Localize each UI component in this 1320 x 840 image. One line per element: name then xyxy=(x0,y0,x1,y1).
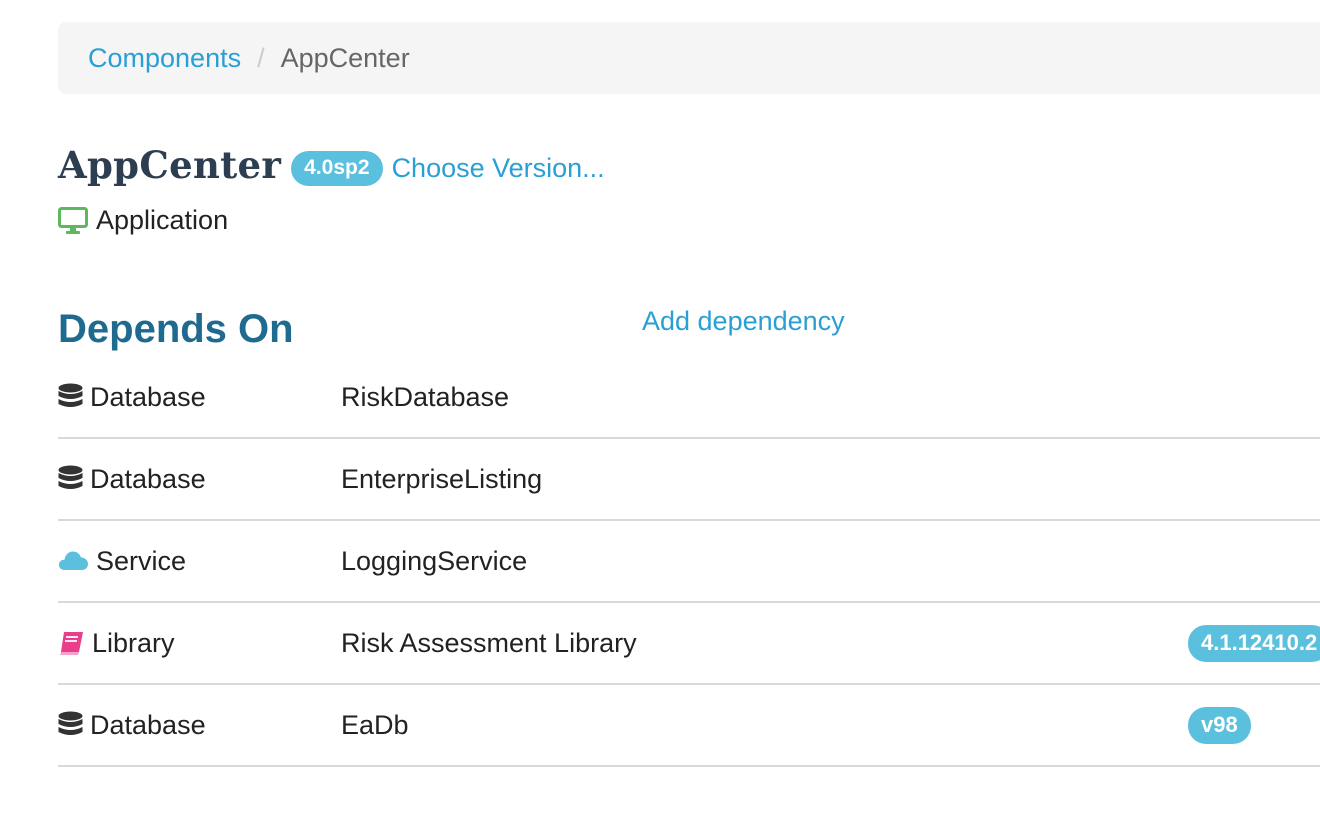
page-title: AppCenter xyxy=(58,143,282,187)
dependency-type-label: Library xyxy=(92,627,175,658)
dependency-type-label: Database xyxy=(90,381,206,412)
component-header: AppCenter 4.0sp2 Choose Version... xyxy=(58,143,605,187)
dependency-type-label: Service xyxy=(96,545,187,576)
book-icon xyxy=(58,630,85,657)
component-type: Application xyxy=(58,205,228,236)
list-item: Service LoggingService xyxy=(58,521,1320,603)
dependency-type: Database xyxy=(58,439,206,519)
dependency-type: Database xyxy=(58,685,206,765)
dependency-type-label: Database xyxy=(90,463,206,494)
database-icon xyxy=(58,711,83,739)
dependency-version: v98 xyxy=(1188,685,1251,765)
list-item: Database RiskDatabase xyxy=(58,357,1320,439)
dependency-name[interactable]: LoggingService xyxy=(341,521,527,601)
dependency-type: Database xyxy=(58,357,206,437)
add-dependency-link[interactable]: Add dependency xyxy=(642,306,845,337)
list-item: Library Risk Assessment Library 4.1.1241… xyxy=(58,603,1320,685)
dependency-list: Database RiskDatabase Database Enterpris… xyxy=(58,357,1320,767)
database-icon xyxy=(58,465,83,493)
dependency-version-badge: v98 xyxy=(1188,706,1251,744)
breadcrumb-link-components[interactable]: Components xyxy=(88,43,241,74)
version-badge: 4.0sp2 xyxy=(291,150,383,186)
dependency-type-label: Database xyxy=(90,709,206,740)
cloud-icon xyxy=(58,549,89,573)
choose-version-link[interactable]: Choose Version... xyxy=(392,153,605,184)
desktop-icon xyxy=(58,206,88,235)
breadcrumb-current: AppCenter xyxy=(280,42,410,73)
breadcrumb-separator: / xyxy=(257,42,265,73)
depends-on-heading: Depends On xyxy=(58,307,294,351)
component-type-label: Application xyxy=(96,205,229,235)
dependency-type: Library xyxy=(58,603,175,683)
dependency-name[interactable]: EnterpriseListing xyxy=(341,439,542,519)
dependency-version: 4.1.12410.2 xyxy=(1188,603,1320,683)
dependency-version-badge: 4.1.12410.2 xyxy=(1188,624,1320,662)
dependency-name[interactable]: RiskDatabase xyxy=(341,357,509,437)
list-item: Database EnterpriseListing xyxy=(58,439,1320,521)
database-icon xyxy=(58,383,83,411)
dependency-name[interactable]: EaDb xyxy=(341,685,409,765)
list-item: Database EaDb v98 xyxy=(58,685,1320,767)
breadcrumb: Components / AppCenter xyxy=(58,22,1320,94)
dependency-type: Service xyxy=(58,521,186,601)
dependency-name[interactable]: Risk Assessment Library xyxy=(341,603,637,683)
